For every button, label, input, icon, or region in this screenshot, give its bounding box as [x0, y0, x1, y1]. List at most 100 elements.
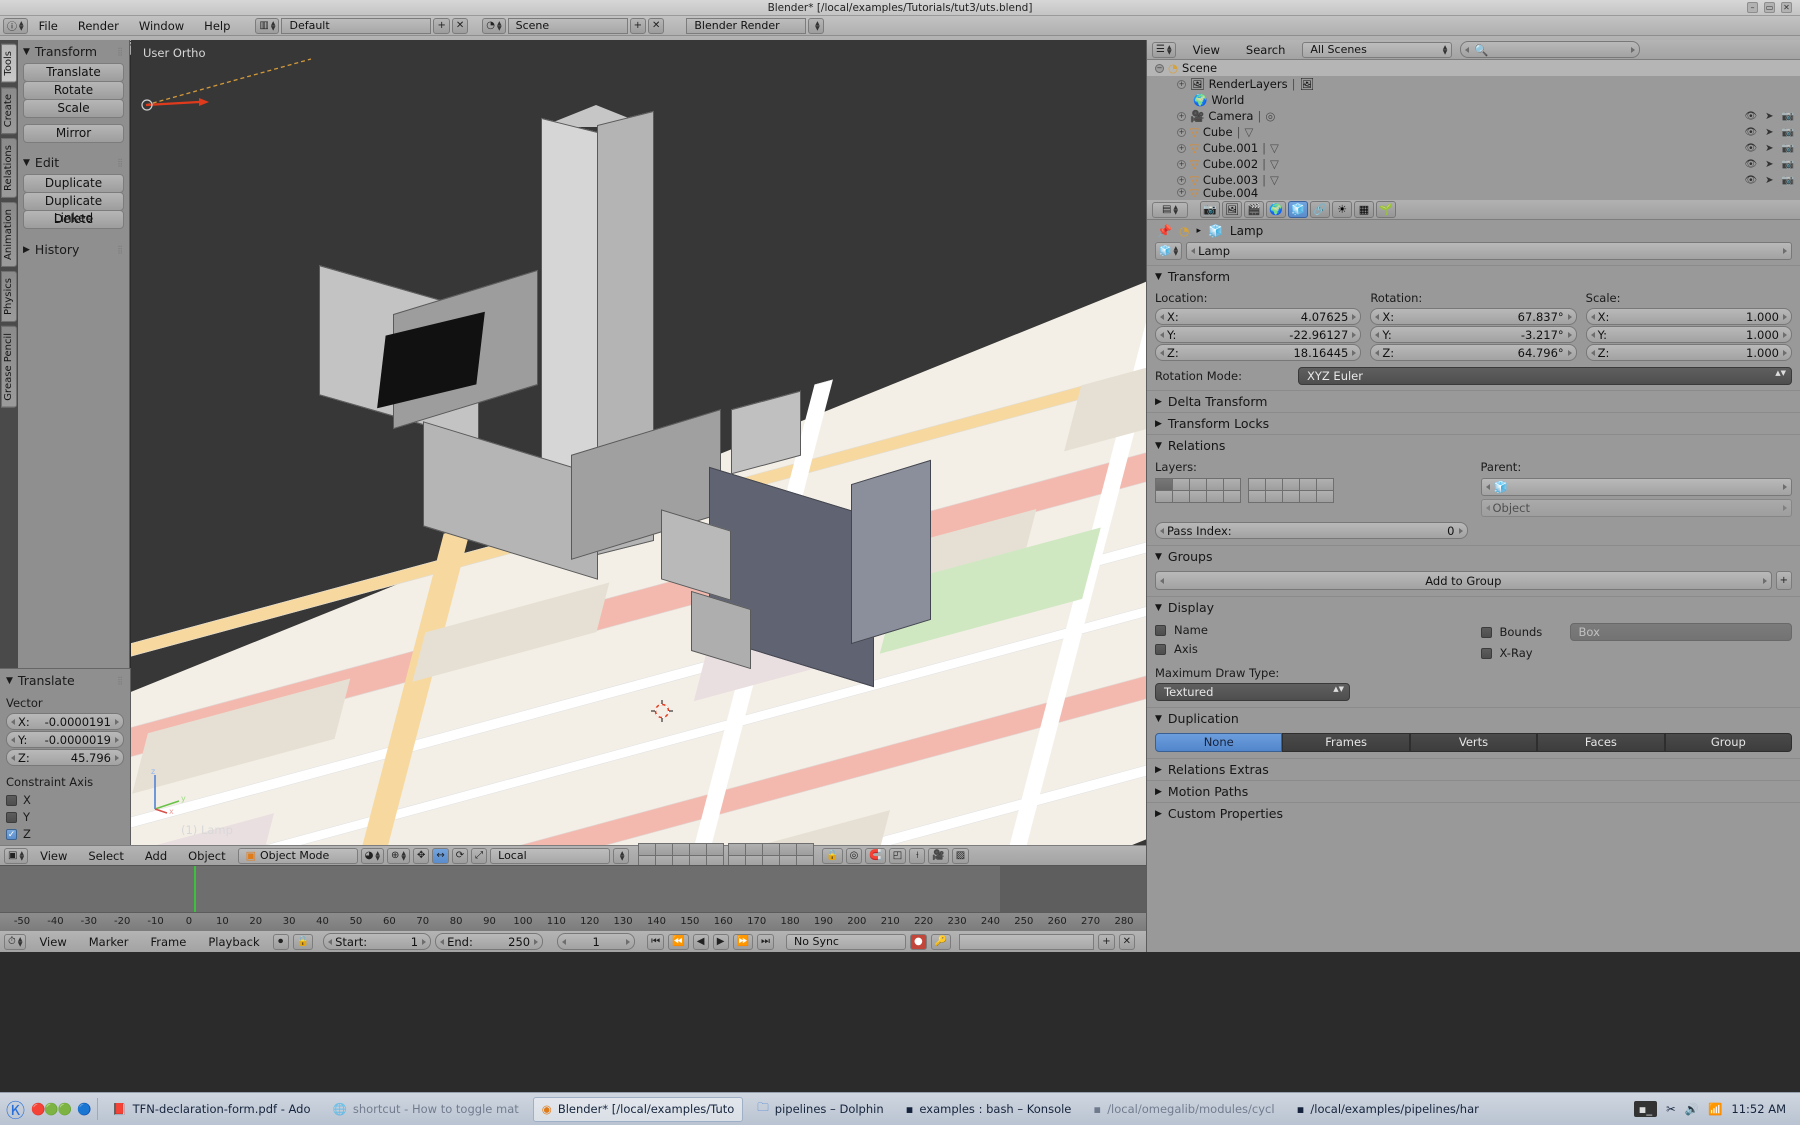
- viewport-3d[interactable]: User Ortho (1) Lamp z y x: [131, 40, 1146, 845]
- scene-icon[interactable]: ◔: [1179, 224, 1189, 238]
- section-header-transform[interactable]: ▼ Transform: [1147, 265, 1800, 287]
- pin-icon[interactable]: 📌: [1157, 224, 1172, 238]
- timeline-ruler[interactable]: -50 -40 -30 -20 -10 0 10 20 30 40 50 60 70 80 90 100 110…: [0, 912, 1146, 930]
- toolshelf-tab-tools[interactable]: Tools: [1, 44, 17, 83]
- parent-field[interactable]: 🧊: [1480, 478, 1792, 496]
- object-data-tab[interactable]: ☀: [1332, 201, 1352, 218]
- sync-mode-select[interactable]: No Sync: [786, 933, 907, 950]
- display-name-checkbox[interactable]: [1155, 624, 1166, 636]
- menu-render[interactable]: Render: [69, 17, 128, 35]
- scene-tab[interactable]: 🎬: [1244, 201, 1264, 218]
- section-header-duplication[interactable]: ▼ Duplication: [1147, 707, 1800, 729]
- section-header-transform-locks[interactable]: ▶ Transform Locks: [1147, 412, 1800, 434]
- viewport-menu-add[interactable]: Add: [136, 847, 176, 865]
- menu-file[interactable]: File: [30, 17, 67, 35]
- location-z-field[interactable]: Z: 18.16445: [1155, 344, 1362, 361]
- rotation-z-field[interactable]: Z: 64.796°: [1370, 344, 1577, 361]
- timeline-editor-icon[interactable]: ⏱ ▲ ▼: [4, 933, 27, 950]
- section-header-custom-properties[interactable]: ▶ Custom Properties: [1147, 802, 1800, 824]
- section-header-relations-extras[interactable]: ▶ Relations Extras: [1147, 758, 1800, 780]
- taskbar-item-konsole-omegalib[interactable]: ▪ /local/omegalib/modules/cycl: [1085, 1097, 1282, 1122]
- lock-icon[interactable]: 🔒: [292, 933, 314, 950]
- outliner-tree[interactable]: − ◔ Scene + 🖼 RenderLayers | 🖼 🌍 World + …: [1147, 60, 1800, 200]
- duplication-frames-button[interactable]: Frames: [1282, 733, 1410, 752]
- world-tab[interactable]: 🌍: [1266, 201, 1286, 218]
- duplication-verts-button[interactable]: Verts: [1409, 733, 1538, 752]
- restrict-view-icon[interactable]: 👁: [1744, 143, 1757, 154]
- expander-icon[interactable]: +: [1177, 188, 1186, 197]
- bounds-type-select[interactable]: Box: [1569, 623, 1792, 641]
- lock-icon[interactable]: 🔒: [822, 847, 843, 864]
- camera-icon[interactable]: 🎥: [928, 847, 949, 864]
- scene-layers-widget[interactable]: [637, 843, 814, 868]
- scale-z-field[interactable]: Z: 1.000: [1585, 344, 1792, 361]
- outliner-row-cube-003[interactable]: + ▽ Cube.003 | ▽ 👁 ➤ 📷: [1147, 172, 1800, 188]
- show-desktop-icon[interactable]: 🔵: [77, 1102, 91, 1116]
- mesh-data-icon[interactable]: ▽: [1244, 125, 1253, 139]
- outliner-row-scene[interactable]: − ◔ Scene: [1147, 60, 1800, 76]
- play-reverse-button[interactable]: ◀: [692, 933, 709, 950]
- constraints-tab[interactable]: 🔗: [1310, 201, 1330, 218]
- panel-header-transform[interactable]: ▼ Transform ⣿: [23, 44, 124, 59]
- display-bounds-checkbox[interactable]: [1480, 626, 1492, 638]
- taskbar-item-browser[interactable]: 🌐 shortcut - How to toggle mat: [325, 1097, 527, 1122]
- pager-icon[interactable]: 🔴🟢🟢: [31, 1102, 72, 1116]
- duplication-none-button[interactable]: None: [1155, 733, 1283, 752]
- current-frame-field[interactable]: 1: [557, 933, 636, 950]
- jump-end-button[interactable]: ⏭: [757, 933, 775, 950]
- viewport-menu-view[interactable]: View: [31, 847, 76, 865]
- mesh-data-icon[interactable]: ▽: [1270, 141, 1279, 155]
- ruler-icon[interactable]: ⟊: [909, 847, 926, 864]
- constraint-axis-z-row[interactable]: Z: [6, 827, 124, 841]
- parent-type-field[interactable]: Object: [1480, 499, 1792, 517]
- minimize-button[interactable]: –: [1747, 2, 1758, 13]
- restrict-render-icon[interactable]: 📷: [1782, 159, 1794, 170]
- section-header-groups[interactable]: ▼ Groups: [1147, 545, 1800, 567]
- tool-scale-button[interactable]: Scale: [23, 99, 124, 118]
- expander-icon[interactable]: +: [1177, 175, 1186, 185]
- scale-x-field[interactable]: X: 1.000: [1585, 308, 1792, 325]
- tool-rotate-button[interactable]: Rotate: [23, 81, 124, 100]
- section-header-delta-transform[interactable]: ▶ Delta Transform: [1147, 390, 1800, 412]
- transform-orientation-select[interactable]: Local: [490, 847, 611, 864]
- section-header-display[interactable]: ▼ Display: [1147, 596, 1800, 618]
- outliner-row-camera[interactable]: + 🎥 Camera | ◎ 👁 ➤ 📷: [1147, 108, 1800, 124]
- outliner-editor-icon[interactable]: ☰ ▲ ▼: [1152, 41, 1176, 58]
- restrict-view-icon[interactable]: 👁: [1744, 159, 1757, 170]
- outliner-row-cube-002[interactable]: + ▽ Cube.002 | ▽ 👁 ➤ 📷: [1147, 156, 1800, 172]
- render-engine-chevron-icon[interactable]: ▲ ▼: [808, 17, 825, 34]
- tool-duplicate-linked-button[interactable]: Duplicate Linked: [23, 192, 124, 225]
- properties-editor-icon[interactable]: ▤ ▲ ▼: [1152, 201, 1188, 218]
- tool-delete-button[interactable]: Delete: [23, 210, 124, 229]
- render-engine-select[interactable]: Blender Render: [686, 17, 807, 34]
- scale-y-field[interactable]: Y: 1.000: [1585, 326, 1792, 343]
- section-header-relations[interactable]: ▼ Relations: [1147, 434, 1800, 456]
- close-button[interactable]: ✕: [1781, 2, 1792, 13]
- manipulator-scale-icon[interactable]: ⤢: [471, 847, 488, 864]
- expander-icon[interactable]: +: [1177, 127, 1186, 137]
- location-x-field[interactable]: X: 4.07625: [1155, 308, 1362, 325]
- outliner-display-mode-select[interactable]: All Scenes ▲ ▼: [1302, 41, 1453, 58]
- duplication-faces-button[interactable]: Faces: [1537, 733, 1665, 752]
- camera-data-icon[interactable]: ◎: [1265, 109, 1275, 123]
- restrict-select-icon[interactable]: ➤: [1765, 111, 1773, 122]
- timeline-menu-frame[interactable]: Frame: [142, 933, 196, 951]
- timeline-menu-marker[interactable]: Marker: [80, 933, 138, 951]
- outliner-row-renderlayers[interactable]: + 🖼 RenderLayers | 🖼: [1147, 76, 1800, 92]
- rotation-y-field[interactable]: Y: -3.217°: [1370, 326, 1577, 343]
- menu-window[interactable]: Window: [130, 17, 193, 35]
- expander-icon[interactable]: +: [1177, 111, 1186, 121]
- timeline-playhead[interactable]: [194, 866, 196, 912]
- mesh-data-icon[interactable]: ▽: [1270, 157, 1279, 171]
- toolshelf-tab-create[interactable]: Create: [1, 86, 17, 134]
- auto-keyframe-icon[interactable]: ●: [910, 933, 927, 950]
- proportional-edit-icon[interactable]: ◎: [845, 847, 863, 864]
- mesh-data-icon[interactable]: ▽: [1270, 173, 1279, 187]
- display-bounds-row[interactable]: Bounds Box: [1480, 623, 1792, 641]
- prev-keyframe-button[interactable]: ⏪: [668, 933, 689, 950]
- renderlayers-data-icon[interactable]: 🖼: [1299, 77, 1314, 91]
- keying-set-add-icon[interactable]: +: [1098, 933, 1115, 950]
- display-xray-checkbox[interactable]: [1480, 647, 1492, 659]
- restrict-render-icon[interactable]: 📷: [1782, 111, 1794, 122]
- layers-widget[interactable]: [1154, 477, 1467, 503]
